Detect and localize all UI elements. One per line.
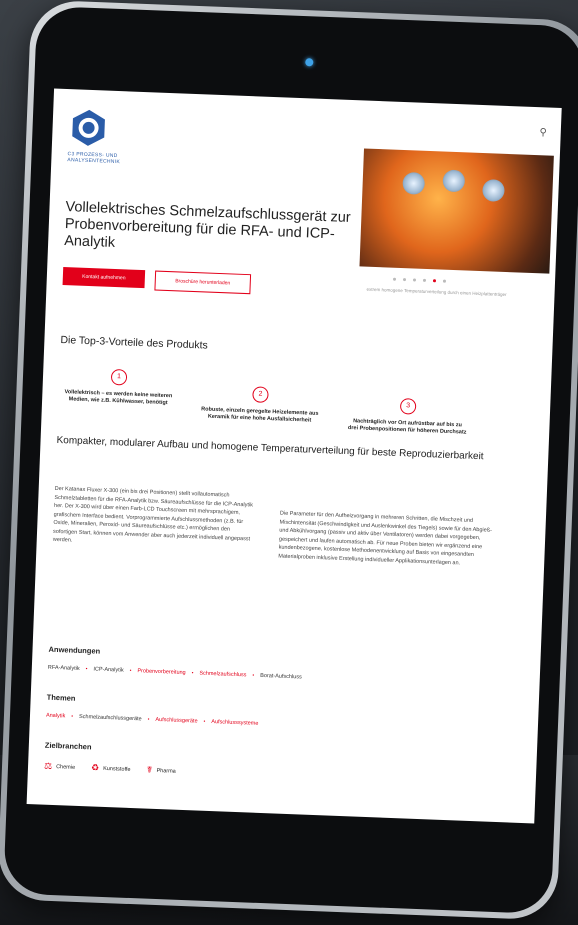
tablet-device: C3 PROZESS- UND ANALYSENTECHNIK ⚲ extrem… bbox=[0, 0, 578, 921]
industry-item[interactable]: ♻ Kunststoffe bbox=[91, 762, 131, 775]
advantage-text: Nachträglich vor Ort aufrüstbar auf bis … bbox=[347, 418, 467, 436]
industries-heading: Zielbranchen bbox=[44, 740, 92, 752]
crucible-image bbox=[402, 171, 426, 195]
tag-link[interactable]: Borat-Aufschluss bbox=[260, 673, 302, 681]
topics-heading: Themen bbox=[46, 692, 76, 703]
tag-separator: • bbox=[85, 666, 88, 673]
tag-link[interactable]: Analytik bbox=[46, 713, 65, 720]
tag-link[interactable]: Aufschlusssysteme bbox=[211, 719, 258, 727]
carousel-dot[interactable] bbox=[412, 278, 417, 282]
crucible-image bbox=[442, 169, 466, 193]
advantage-number: 2 bbox=[252, 386, 269, 403]
industry-label: Chemie bbox=[56, 763, 76, 771]
industry-item[interactable]: ⚖ Chemie bbox=[44, 761, 75, 773]
applications-tags: RFA-Analytik • ICP-Analytik • Probenvorb… bbox=[48, 665, 302, 681]
carousel-dot[interactable] bbox=[442, 279, 447, 283]
tag-link[interactable]: Probenvorbereitung bbox=[137, 668, 186, 676]
pharma-icon: ☤ bbox=[146, 764, 153, 775]
contact-button[interactable]: Kontakt aufnehmen bbox=[62, 266, 146, 289]
carousel-dot[interactable] bbox=[402, 278, 407, 282]
company-name-line2: ANALYSENTECHNIK bbox=[67, 157, 121, 166]
topics-tags: Analytik • Schmelzaufschlussgeräte • Auf… bbox=[46, 713, 259, 727]
tag-separator: • bbox=[129, 667, 132, 674]
tag-separator: • bbox=[203, 718, 206, 725]
company-name: C3 PROZESS- UND ANALYSENTECHNIK bbox=[67, 151, 120, 165]
chemistry-icon: ⚖ bbox=[43, 760, 53, 771]
tag-link[interactable]: Aufschlussgeräte bbox=[155, 717, 197, 725]
tag-separator: • bbox=[252, 672, 255, 679]
tag-link[interactable]: Schmelzaufschlussgeräte bbox=[79, 714, 142, 722]
camera-icon bbox=[305, 58, 314, 67]
details-column-right: Die Parameter für den Aufheizvorgang in … bbox=[278, 510, 493, 566]
industry-item[interactable]: ☤ Pharma bbox=[146, 765, 176, 777]
tag-link[interactable]: Schmelzaufschluss bbox=[199, 671, 246, 679]
plastics-icon: ♻ bbox=[90, 762, 100, 773]
search-icon[interactable]: ⚲ bbox=[539, 127, 547, 138]
advantage-item: 1 Vollelektrisch – es werden keine weite… bbox=[58, 367, 179, 408]
details-column-left: Der Katanax Fluxer X-300 (ein bis drei P… bbox=[52, 485, 254, 544]
carousel-dot[interactable] bbox=[422, 278, 427, 282]
webpage-screen: C3 PROZESS- UND ANALYSENTECHNIK ⚲ extrem… bbox=[26, 88, 562, 824]
advantage-number: 3 bbox=[399, 398, 417, 415]
advantage-text: Vollelektrisch – es werden keine weitere… bbox=[64, 389, 173, 407]
applications-heading: Anwendungen bbox=[48, 644, 101, 656]
company-logo[interactable] bbox=[68, 107, 110, 149]
tag-separator: • bbox=[71, 713, 74, 720]
tag-separator: • bbox=[191, 670, 194, 677]
carousel-dots bbox=[392, 277, 447, 283]
crucible-image bbox=[482, 179, 505, 202]
carousel-dot-active[interactable] bbox=[432, 279, 437, 283]
hero-product-image bbox=[359, 148, 554, 274]
hero-caption: extrem homogene Temperaturverteilung dur… bbox=[366, 286, 507, 298]
details-heading: Kompakter, modularer Aufbau und homogene… bbox=[56, 434, 484, 463]
advantages-heading: Die Top-3-Vorteile des Produkts bbox=[60, 333, 209, 352]
tag-separator: • bbox=[147, 716, 150, 723]
industry-label: Kunststoffe bbox=[103, 765, 131, 773]
advantage-number: 1 bbox=[110, 368, 128, 386]
tag-link[interactable]: ICP-Analytik bbox=[93, 666, 123, 673]
page-title: Vollelektrisches Schmelzaufschlussgerät … bbox=[63, 199, 351, 251]
advantage-text: Robuste, einzeln geregelte Heizelemente … bbox=[201, 406, 319, 424]
carousel-dot[interactable] bbox=[392, 277, 397, 281]
tag-link[interactable]: RFA-Analytik bbox=[48, 665, 80, 672]
advantage-item: 2 Robuste, einzeln geregelte Heizelement… bbox=[199, 384, 320, 425]
brochure-download-button[interactable]: Broschüre herunterladen bbox=[154, 270, 252, 295]
advantage-item: 3 Nachträglich vor Ort aufrüstbar auf bi… bbox=[347, 396, 468, 437]
industry-label: Pharma bbox=[156, 767, 176, 775]
industries-list: ⚖ Chemie ♻ Kunststoffe ☤ Pharma bbox=[44, 761, 176, 777]
